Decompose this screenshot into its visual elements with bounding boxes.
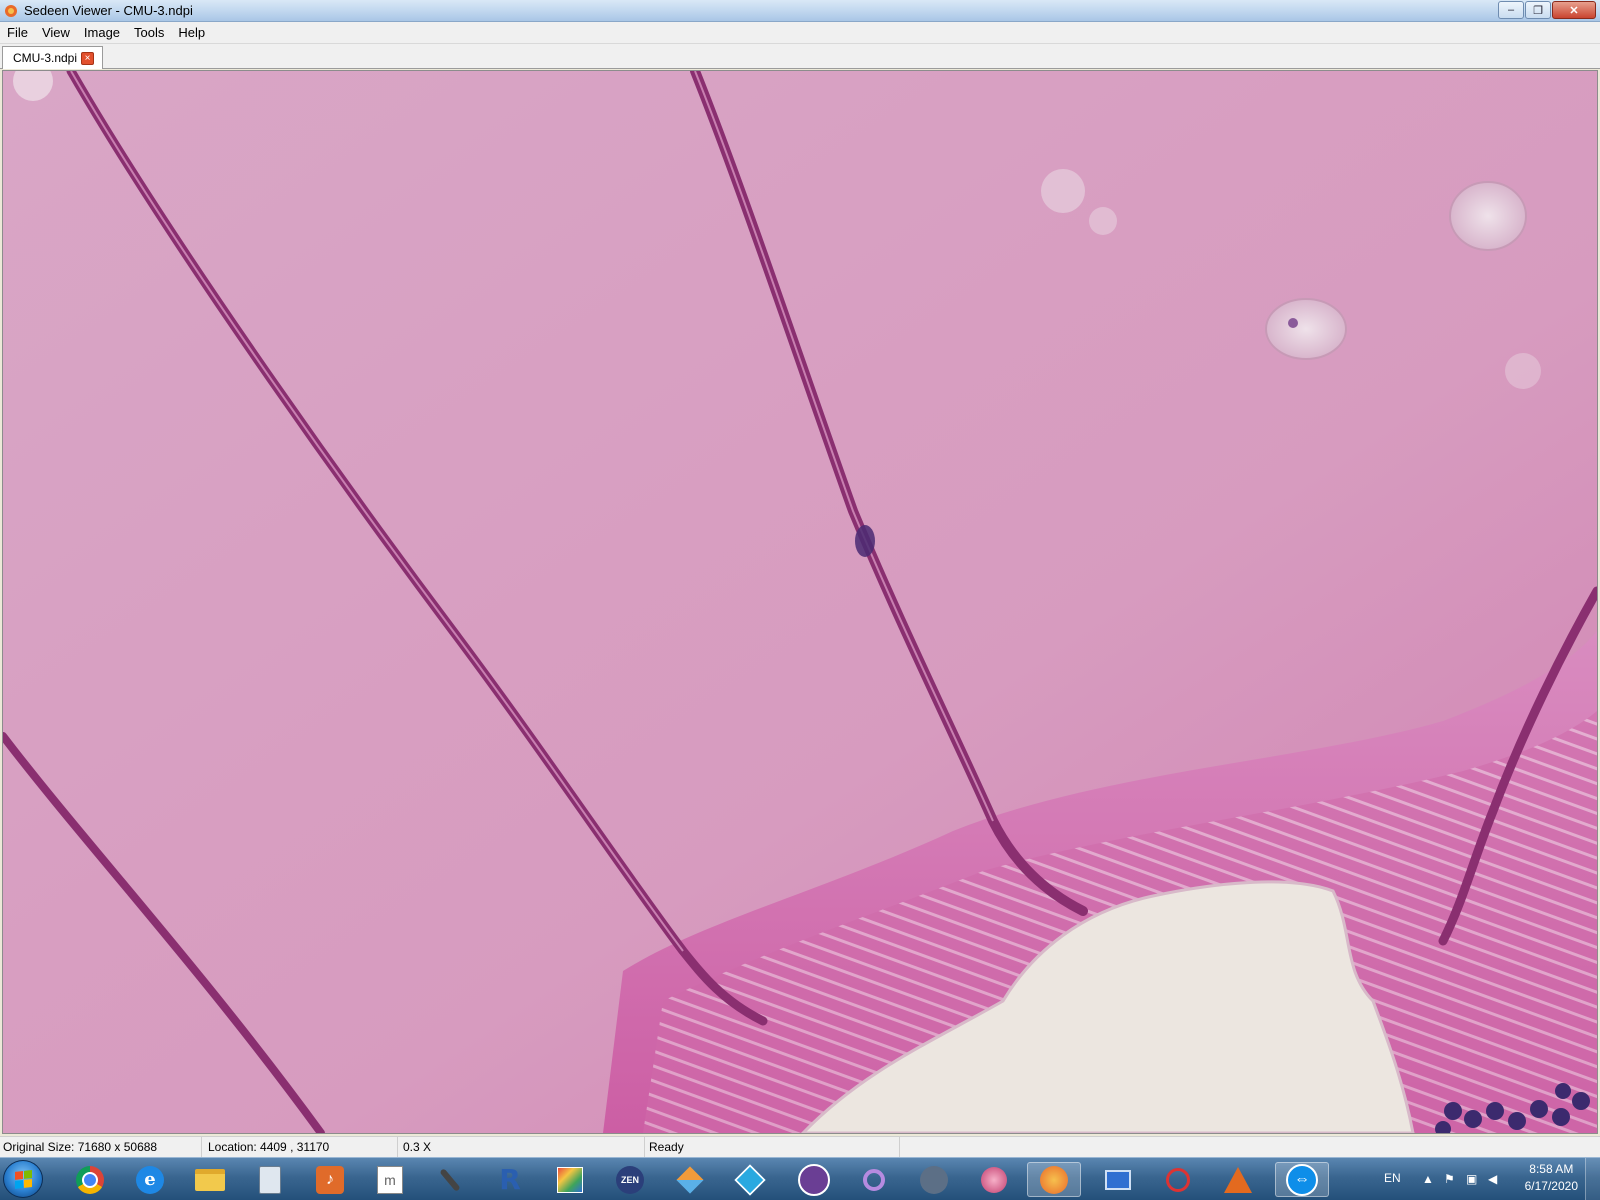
text-editor-icon[interactable]: m: [363, 1162, 417, 1197]
debris-1: [1041, 169, 1085, 213]
close-button[interactable]: ✕: [1552, 1, 1596, 19]
menu-tools[interactable]: Tools: [127, 22, 171, 44]
volume-icon[interactable]: ◀: [1488, 1172, 1497, 1186]
matlab-icon[interactable]: [1211, 1162, 1265, 1197]
microphone-icon[interactable]: [423, 1162, 477, 1197]
cell-cluster-2: [1265, 298, 1347, 360]
menu-view[interactable]: View: [35, 22, 77, 44]
remote-desktop-icon[interactable]: [1091, 1162, 1145, 1197]
show-desktop-button[interactable]: [1585, 1158, 1600, 1200]
network-icon[interactable]: ▣: [1466, 1172, 1477, 1186]
debris-2: [1089, 207, 1117, 235]
status-state: Ready: [646, 1137, 900, 1157]
menu-image[interactable]: Image: [77, 22, 127, 44]
status-original-size: Original Size: 71680 x 50688: [0, 1137, 202, 1157]
minimize-button[interactable]: –: [1498, 1, 1524, 19]
cell-cluster-1: [1449, 181, 1527, 251]
menu-file[interactable]: File: [0, 22, 35, 44]
cubes-icon[interactable]: [663, 1162, 717, 1197]
status-location: Location: 4409 , 31170: [205, 1137, 398, 1157]
sedeen-app-icon: [5, 4, 17, 17]
clock-time: 8:58 AM: [1529, 1162, 1574, 1176]
image-viewer-icon[interactable]: [543, 1162, 597, 1197]
calculator-icon[interactable]: [243, 1162, 297, 1197]
windows-logo-icon: [15, 1170, 32, 1189]
system-tray: EN ▲ ⚑ ▣ ◀ 8:58 AM 6/17/2020: [1360, 1158, 1600, 1200]
magnifier-icon[interactable]: [847, 1162, 901, 1197]
zen-icon[interactable]: ZEN: [603, 1162, 657, 1197]
cat-icon[interactable]: [787, 1162, 841, 1197]
title-bar: Sedeen Viewer - CMU-3.ndpi – ❐ ✕: [0, 0, 1600, 22]
menu-help[interactable]: Help: [171, 22, 212, 44]
cell-nucleus: [1288, 318, 1298, 328]
qupath-icon[interactable]: [907, 1162, 961, 1197]
teamviewer-icon[interactable]: ⇔: [1275, 1162, 1329, 1197]
document-tab-strip: CMU-3.ndpi ×: [0, 44, 1600, 69]
snipping-icon[interactable]: [1151, 1162, 1205, 1197]
tab-label: CMU-3.ndpi: [13, 51, 78, 65]
window-title: Sedeen Viewer - CMU-3.ndpi: [24, 3, 193, 18]
sedeen-icon[interactable]: [1027, 1162, 1081, 1197]
restore-button[interactable]: ❐: [1525, 1, 1551, 19]
start-button[interactable]: [3, 1160, 43, 1198]
taskbar: e ♪ m R ZEN ⇔ EN ▲ ⚑ ▣ ◀ 8:58 AM 6/17/20…: [0, 1157, 1600, 1200]
slide-viewer[interactable]: [2, 70, 1598, 1134]
internet-explorer-icon[interactable]: e: [123, 1162, 177, 1197]
file-explorer-icon[interactable]: [183, 1162, 237, 1197]
show-hidden-icons-icon[interactable]: ▲: [1422, 1172, 1434, 1186]
nucleus-cluster: [855, 525, 875, 557]
tab-cmu-3[interactable]: CMU-3.ndpi ×: [2, 46, 104, 69]
slide-image[interactable]: [3, 71, 1597, 1133]
close-tab-icon[interactable]: ×: [81, 51, 95, 65]
slide-icon[interactable]: [967, 1162, 1021, 1197]
r-icon[interactable]: R: [483, 1162, 537, 1197]
volume-mixer-icon[interactable]: ♪: [303, 1162, 357, 1197]
clock[interactable]: 8:58 AM 6/17/2020: [1525, 1161, 1578, 1195]
language-indicator[interactable]: EN: [1384, 1171, 1401, 1185]
status-zoom: 0.3 X: [400, 1137, 645, 1157]
debris-3: [1505, 353, 1541, 389]
action-center-flag-icon[interactable]: ⚑: [1444, 1172, 1455, 1186]
prism-icon[interactable]: [723, 1162, 777, 1197]
status-bar: Original Size: 71680 x 50688 Location: 4…: [0, 1136, 1600, 1157]
menu-bar: File View Image Tools Help: [0, 22, 1600, 44]
clock-date: 6/17/2020: [1524, 1179, 1578, 1193]
chrome-icon[interactable]: [63, 1162, 117, 1197]
